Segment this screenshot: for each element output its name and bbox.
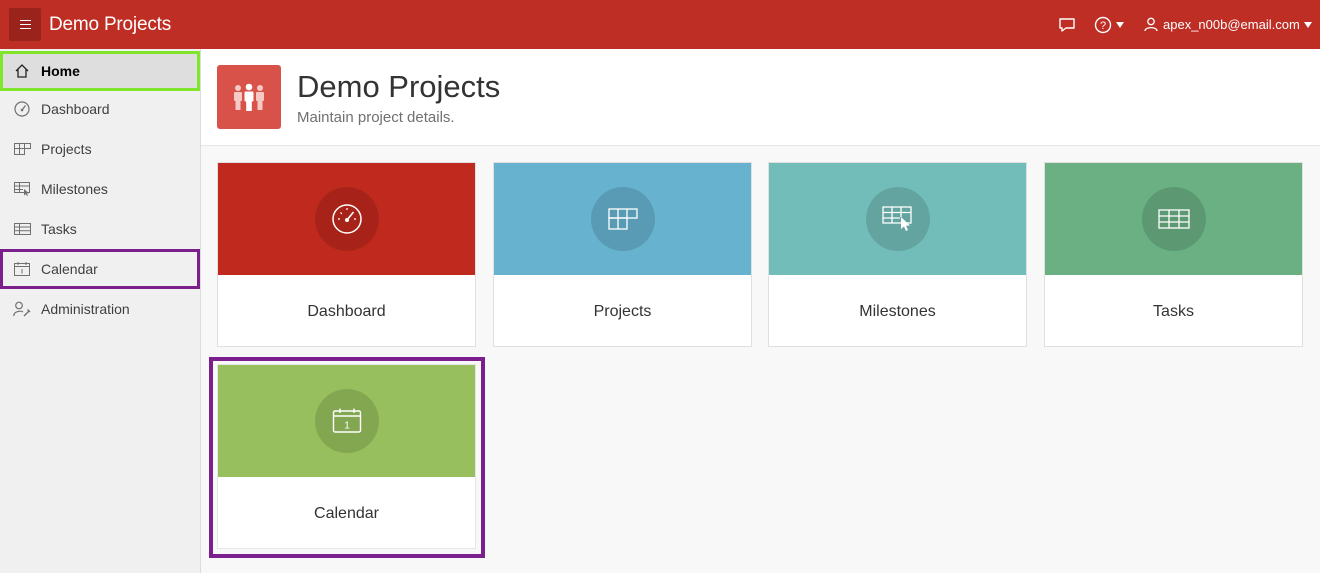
sidebar-item-label: Dashboard — [41, 101, 110, 117]
card-label: Milestones — [859, 303, 936, 320]
menu-toggle-button[interactable] — [9, 8, 41, 41]
sidebar-item-label: Milestones — [41, 181, 108, 197]
user-icon — [1144, 17, 1158, 32]
gauge-icon — [12, 101, 32, 117]
chat-bubble-icon — [1059, 17, 1075, 32]
sidebar-item-label: Administration — [41, 301, 130, 317]
sidebar-item-label: Tasks — [41, 221, 77, 237]
page-title: Demo Projects — [297, 69, 501, 104]
calendar-icon: 1 — [315, 389, 379, 453]
sidebar-item-dashboard[interactable]: Dashboard — [0, 89, 200, 129]
sidebar-item-label: Calendar — [41, 261, 98, 277]
sidebar-item-projects[interactable]: Projects — [0, 129, 200, 169]
sidebar-item-tasks[interactable]: Tasks — [0, 209, 200, 249]
card-label: Dashboard — [307, 303, 386, 320]
hamburger-icon — [20, 20, 31, 29]
feedback-button[interactable] — [1058, 0, 1076, 49]
sidebar-item-administration[interactable]: Administration — [0, 289, 200, 329]
gauge-icon — [315, 187, 379, 251]
svg-text:?: ? — [1100, 20, 1106, 32]
user-menu-button[interactable]: apex_n00b@email.com — [1144, 0, 1312, 49]
app-header: Demo Projects ? apex_n00b@email.com — [0, 0, 1320, 49]
calendar-icon — [12, 261, 32, 277]
page-subtitle: Maintain project details. — [297, 109, 455, 126]
grid-icon — [591, 187, 655, 251]
app-title[interactable]: Demo Projects — [49, 14, 171, 36]
card-dashboard[interactable]: Dashboard — [217, 162, 476, 347]
card-label: Projects — [593, 303, 652, 320]
card-calendar[interactable]: 1 Calendar — [217, 364, 476, 549]
card-label: Tasks — [1153, 303, 1194, 320]
table-icon — [1142, 187, 1206, 251]
card-tasks[interactable]: Tasks — [1044, 162, 1303, 347]
card-banner — [494, 163, 751, 275]
sidebar-item-milestones[interactable]: Milestones — [0, 169, 200, 209]
card-banner: 1 — [218, 365, 475, 477]
help-menu-button[interactable]: ? — [1094, 0, 1124, 49]
sidebar-item-label: Projects — [41, 141, 92, 157]
sidebar-item-label: Home — [41, 63, 80, 79]
chevron-down-icon — [1116, 21, 1124, 28]
help-icon: ? — [1094, 16, 1112, 33]
team-icon — [217, 65, 281, 129]
card-banner — [1045, 163, 1302, 275]
table-icon — [12, 221, 32, 237]
card-banner — [218, 163, 475, 275]
grid-icon — [12, 141, 32, 157]
user-name: apex_n00b@email.com — [1163, 17, 1300, 32]
card-label: Calendar — [314, 505, 379, 522]
chevron-down-icon — [1303, 21, 1312, 28]
page-title-region: Demo Projects Maintain project details. — [201, 49, 1320, 146]
grid-pointer-icon — [866, 187, 930, 251]
grid-pointer-icon — [12, 181, 32, 197]
svg-text:1: 1 — [344, 421, 350, 432]
card-banner — [769, 163, 1026, 275]
card-projects[interactable]: Projects — [493, 162, 752, 347]
home-icon — [12, 63, 32, 79]
sidebar-nav: Home Dashboard Projects Milestones Tasks… — [0, 49, 201, 573]
card-milestones[interactable]: Milestones — [768, 162, 1027, 347]
sidebar-item-calendar[interactable]: Calendar — [0, 249, 200, 289]
sidebar-item-home[interactable]: Home — [0, 51, 200, 91]
user-wrench-icon — [12, 301, 32, 317]
